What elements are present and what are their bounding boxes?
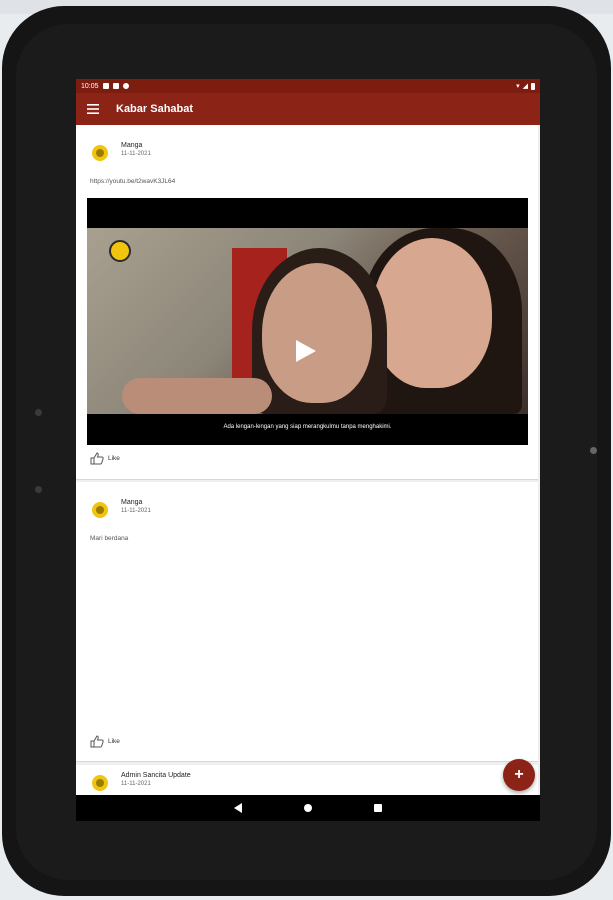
app-screen: 10:05 ▾ ◢ Kabar Sahabat Manga 11-11-2021… — [76, 79, 540, 821]
clipboard-icon — [112, 83, 119, 89]
avatar — [92, 502, 108, 518]
post-text: Mari berdana — [90, 535, 129, 542]
post-date: 11-11-2021 — [121, 781, 151, 787]
video-thumbnail — [87, 228, 528, 414]
message-icon — [102, 83, 109, 89]
post-card: Manga 11-11-2021 https://youtu.be/t2wavK… — [76, 125, 538, 480]
post-card: Admin Sancita Update 11-11-2021 — [76, 765, 538, 795]
post-author: Manga — [121, 142, 143, 149]
wifi-icon: ▾ — [516, 83, 520, 90]
post-author: Admin Sancita Update — [121, 772, 191, 779]
post-author: Manga — [121, 499, 143, 506]
post-header: Manga 11-11-2021 — [92, 141, 151, 161]
post-card: Manga 11-11-2021 Mari berdana Like — [76, 482, 538, 762]
sensor-dot — [590, 447, 597, 454]
avatar — [92, 145, 108, 161]
home-icon[interactable] — [304, 804, 312, 812]
post-date: 11-11-2021 — [121, 508, 151, 514]
post-header: Admin Sancita Update 11-11-2021 — [92, 771, 191, 791]
hamburger-icon — [87, 104, 99, 114]
status-bar: 10:05 ▾ ◢ — [76, 79, 540, 93]
play-icon[interactable] — [296, 340, 316, 362]
thumbs-up-icon — [90, 735, 104, 748]
post-link[interactable]: https://youtu.be/t2wavK3JL64 — [90, 178, 175, 185]
post-header: Manga 11-11-2021 — [92, 498, 151, 518]
like-label: Like — [108, 455, 120, 462]
video-player[interactable]: Ada lengan-lengan yang siap merangkulmu … — [87, 198, 528, 445]
sensor-dot — [35, 486, 42, 493]
settings-icon — [122, 83, 129, 89]
battery-icon — [531, 82, 535, 90]
like-label: Like — [108, 738, 120, 745]
avatar — [92, 775, 108, 791]
app-bar: Kabar Sahabat — [76, 93, 540, 125]
recents-icon[interactable] — [374, 804, 382, 812]
status-time: 10:05 — [81, 82, 99, 90]
thumbs-up-icon — [90, 452, 104, 465]
signal-icon: ◢ — [522, 83, 528, 90]
add-post-button[interactable]: + — [503, 759, 535, 791]
plus-icon: + — [514, 766, 524, 783]
menu-button[interactable] — [76, 93, 110, 125]
video-caption: Ada lengan-lengan yang siap merangkulmu … — [223, 424, 392, 430]
navigation-bar — [76, 795, 540, 821]
post-date: 11-11-2021 — [121, 151, 151, 157]
feed-list[interactable]: Manga 11-11-2021 https://youtu.be/t2wavK… — [76, 125, 540, 795]
channel-logo-icon — [109, 240, 131, 262]
app-title: Kabar Sahabat — [116, 103, 194, 115]
like-button[interactable]: Like — [90, 735, 120, 748]
like-button[interactable]: Like — [90, 452, 120, 465]
sensor-dot — [35, 409, 42, 416]
back-icon[interactable] — [234, 803, 242, 813]
